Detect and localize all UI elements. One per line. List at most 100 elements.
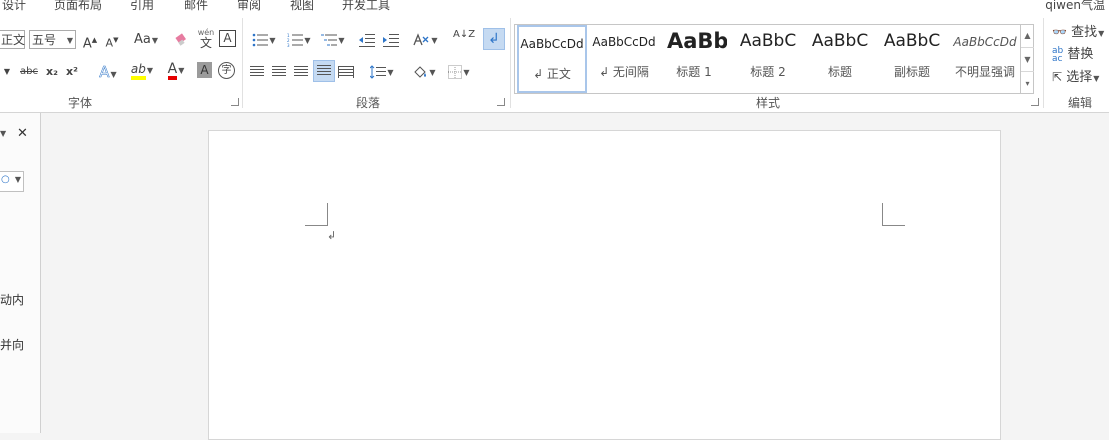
group-separator xyxy=(510,18,511,108)
style-name: 标题 xyxy=(827,65,852,79)
style-name: 标题 2 xyxy=(750,65,786,79)
account-name[interactable]: qiwen气温 xyxy=(1045,0,1105,13)
style-item-no-spacing[interactable]: AaBbCcDd ↲ 无间隔 xyxy=(589,25,659,93)
font-size-combo[interactable]: 五号 ▼ xyxy=(29,30,76,49)
pane-text-line: 动内 xyxy=(0,293,25,307)
align-center-button[interactable] xyxy=(271,62,287,82)
styles-more-button[interactable]: ▾ xyxy=(1021,72,1034,95)
paragraph-dialog-launcher[interactable] xyxy=(497,98,505,106)
eraser-icon xyxy=(175,32,186,46)
chevron-up-icon: ▲ xyxy=(1024,31,1031,40)
expand-icon: ▾ xyxy=(1025,79,1030,88)
style-sample: AaBbCcDd xyxy=(953,35,1017,49)
char-shading-button[interactable]: A xyxy=(197,62,212,78)
decrease-indent-icon xyxy=(359,33,375,47)
align-left-button[interactable] xyxy=(249,62,265,82)
clear-format-button[interactable] xyxy=(172,30,192,50)
chevron-down-icon: ▼ xyxy=(463,68,470,77)
bullets-button[interactable]: ▼ xyxy=(249,30,279,50)
font-color-button[interactable]: A▼ xyxy=(162,60,190,80)
style-item-subtle-emphasis[interactable]: AaBbCcDd 不明显强调 xyxy=(949,25,1021,93)
style-sample: AaBbC xyxy=(739,31,797,51)
style-item-heading1[interactable]: AaBb 标题 1 xyxy=(661,25,727,93)
style-item-title[interactable]: AaBbC 标题 xyxy=(805,25,875,93)
cursor-icon: ⇱ xyxy=(1052,70,1063,84)
subscript-button[interactable]: x₂ xyxy=(44,62,60,82)
replace-button[interactable]: ab ac 替换 xyxy=(1052,45,1093,65)
justify-button[interactable] xyxy=(313,60,335,82)
chevron-down-icon: ▼ xyxy=(151,36,158,45)
align-center-icon xyxy=(272,65,286,78)
styles-dialog-launcher[interactable] xyxy=(1031,98,1039,106)
select-button[interactable]: ⇱ 选择▼ xyxy=(1052,67,1099,87)
style-item-heading2[interactable]: AaBbC 标题 2 xyxy=(733,25,803,93)
font-size-value: 五号 xyxy=(32,33,57,47)
replace-icon: ab ac xyxy=(1052,45,1064,64)
chevron-down-icon: ▼ xyxy=(429,68,436,77)
line-spacing-button[interactable]: ▼ xyxy=(367,62,397,82)
numbering-button[interactable]: 1 2 3 ▼ xyxy=(284,30,314,50)
scroll-down-button[interactable]: ▼ xyxy=(1021,48,1034,72)
chevron-down-icon: ▼ xyxy=(110,70,117,79)
bullet-list-icon xyxy=(253,33,269,46)
shrink-font-button[interactable]: A▼ xyxy=(104,30,120,50)
font-name-combo[interactable]: 正文 xyxy=(0,30,25,49)
style-item-subtitle[interactable]: AaBbC 副标题 xyxy=(877,25,947,93)
style-name: 不明显强调 xyxy=(954,65,1015,79)
chinese-layout-button[interactable]: ▼ xyxy=(410,30,440,50)
align-left-icon xyxy=(250,65,264,78)
style-sample: AaBbCcDd xyxy=(592,35,656,49)
style-item-normal[interactable]: AaBbCcDd ↲ 正文 xyxy=(517,25,587,93)
grow-font-button[interactable]: A▲ xyxy=(82,30,98,52)
text-effects-label: A xyxy=(99,63,110,82)
paragraph-group-label: 段落 xyxy=(356,96,381,110)
tab-review[interactable]: 审阅 xyxy=(237,0,261,13)
tab-mailings[interactable]: 邮件 xyxy=(184,0,208,13)
scroll-up-button[interactable]: ▲ xyxy=(1021,24,1034,48)
document-page[interactable]: ↲ xyxy=(208,130,1001,440)
tab-view[interactable]: 视图 xyxy=(290,0,314,13)
tab-design[interactable]: 设计 xyxy=(2,0,26,13)
multilevel-list-button[interactable]: ▼ xyxy=(318,30,348,50)
grow-font-icon: A xyxy=(82,36,92,52)
style-sample: AaBbC xyxy=(811,31,869,51)
font-dialog-launcher[interactable] xyxy=(231,98,239,106)
binoculars-icon: 👓 xyxy=(1052,25,1067,39)
show-marks-button[interactable]: ↲ xyxy=(483,28,505,50)
pane-search-box[interactable]: ○ ▼ xyxy=(0,171,24,192)
paragraph-mark[interactable]: ↲ xyxy=(327,229,336,242)
underline-dropdown[interactable]: ▼ xyxy=(2,62,12,82)
ribbon-tab-strip: 设计 页面布局 引用 邮件 审阅 视图 开发工具 qiwen气温 xyxy=(0,0,1109,14)
text-effects-button[interactable]: A▼ xyxy=(95,62,121,82)
pane-options-icon[interactable]: ▼ xyxy=(0,129,6,138)
distributed-button[interactable] xyxy=(338,62,354,82)
change-case-button[interactable]: Aa▼ xyxy=(131,30,161,50)
char-border-label: A xyxy=(223,31,232,45)
char-border-button[interactable]: A xyxy=(219,30,236,47)
find-label: 查找 xyxy=(1071,25,1098,40)
margin-corner-top-left xyxy=(305,203,328,226)
style-name: 副标题 xyxy=(893,65,930,79)
align-right-button[interactable] xyxy=(293,62,309,82)
border-icon xyxy=(448,64,463,79)
sort-button[interactable]: A↓Z xyxy=(453,30,475,50)
chevron-down-icon: ▼ xyxy=(431,36,438,45)
chevron-down-icon: ▼ xyxy=(66,36,73,45)
superscript-button[interactable]: x² xyxy=(64,62,80,82)
strikethrough-button[interactable]: abc xyxy=(18,62,40,82)
decrease-indent-button[interactable] xyxy=(357,30,377,50)
increase-indent-button[interactable] xyxy=(381,30,401,50)
phonetic-guide-button[interactable]: wén 文 xyxy=(196,28,216,49)
pane-close-icon[interactable]: ✕ xyxy=(17,126,28,141)
font-name-value: 正文 xyxy=(1,33,26,47)
distributed-icon xyxy=(338,65,354,78)
borders-button[interactable]: ▼ xyxy=(444,62,474,82)
find-button[interactable]: 👓 查找▼ xyxy=(1052,22,1104,42)
tab-developer[interactable]: 开发工具 xyxy=(342,0,390,13)
highlight-button[interactable]: ab▼ xyxy=(127,60,157,80)
shading-button[interactable]: ▼ xyxy=(409,62,439,82)
change-case-label: Aa xyxy=(133,32,151,47)
tab-references[interactable]: 引用 xyxy=(130,0,154,13)
tab-page-layout[interactable]: 页面布局 xyxy=(54,0,102,13)
enclose-char-button[interactable]: 字 xyxy=(218,62,235,79)
